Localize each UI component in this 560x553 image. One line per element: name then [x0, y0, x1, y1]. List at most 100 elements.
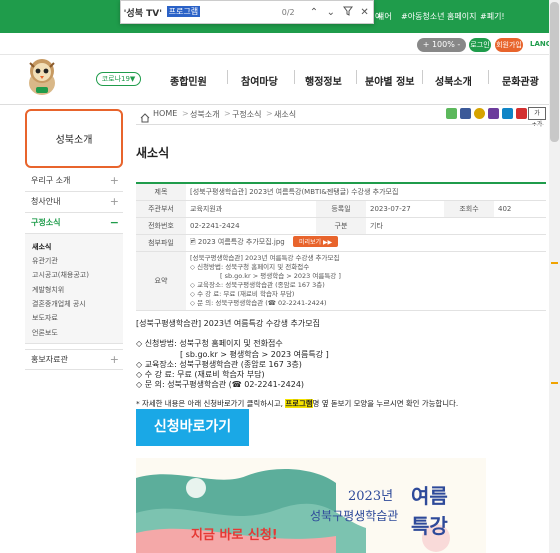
keyword-link[interactable]: #폐기!: [480, 11, 505, 22]
find-context-label: '성북 TV': [123, 8, 162, 19]
poster-title-2: 특강: [411, 514, 448, 538]
poster-title-1: 여름: [411, 484, 448, 508]
dept-label: 주관부서: [136, 200, 186, 218]
bookmark-icon[interactable]: [516, 108, 527, 119]
sidebar-title: 성북소개: [55, 135, 93, 146]
attachment-link[interactable]: 2023 여름특강 추가모집.jpg: [198, 238, 285, 246]
find-close-icon[interactable]: ✕: [356, 7, 373, 18]
body-note: * 자세한 내용은 아래 신청바로가기 클릭하시고, 프로그램명 옆 돋보기 모…: [136, 398, 458, 409]
find-input[interactable]: 프로그램: [165, 4, 282, 20]
note-text: * 자세한 내용은 아래 신청바로가기 클릭하시고,: [136, 399, 286, 408]
preview-button[interactable]: 미리보기 ▶▶: [292, 236, 339, 247]
facebook-share-icon[interactable]: [460, 108, 471, 119]
breadcrumb-current: 새소식: [274, 110, 297, 119]
kakao-share-icon[interactable]: [474, 108, 485, 119]
reg-date-label: 등록일: [316, 200, 366, 218]
covid19-dropdown[interactable]: 코로나19▼: [96, 72, 141, 86]
summary-line: ◇ 수 강 료: 무료 (재료비 학습자 부담): [190, 289, 295, 298]
gnb-item[interactable]: 성북소개: [435, 73, 472, 88]
gnb-item[interactable]: 행정정보: [305, 73, 342, 88]
gnb-divider: [356, 70, 357, 84]
category-value: 기타: [366, 217, 546, 235]
submenu-item[interactable]: 결혼중개업체 공시: [32, 299, 86, 309]
expand-icon: +: [109, 353, 119, 366]
gnb-item[interactable]: 문화관광: [502, 73, 539, 88]
submenu-item[interactable]: 계발형치위: [32, 285, 64, 295]
file-icon: 🖻: [190, 238, 196, 246]
body-line: ◇ 문 의: 성북구평생학습관 (☎ 02-2241-2424): [136, 380, 305, 389]
apply-shortcut-button[interactable]: 신청바로가기: [136, 409, 249, 446]
views-label: 조회수: [444, 200, 494, 218]
event-poster-image: 2023년 성북구평생학습관 여름 특강 지금 바로 신청!: [136, 458, 486, 553]
gnb-divider: [488, 70, 489, 84]
find-prev-icon[interactable]: ⌃: [306, 7, 323, 18]
find-next-icon[interactable]: ⌄: [322, 7, 339, 18]
link-copy-icon[interactable]: [502, 108, 513, 119]
collapse-icon: −: [109, 216, 119, 229]
summary-line: [ sb.go.kr > 평생학습 > 2023 여름특강 ]: [220, 271, 341, 280]
find-count: 0/2: [281, 7, 295, 17]
submenu-item[interactable]: 보도자료: [32, 313, 58, 323]
breadcrumb-separator: >: [224, 109, 231, 118]
breadcrumb-item[interactable]: 성북소개: [190, 109, 219, 120]
breadcrumb-separator: >: [182, 109, 189, 118]
expand-icon: +: [109, 174, 119, 187]
summary-cell: [성북구평생학습관] 2023년 여름특강 수강생 추가모집 ◇ 신청방법: 성…: [186, 251, 546, 311]
sidebar-item[interactable]: 우리구 소개 +: [25, 171, 123, 192]
body-heading: [성북구평생학습관] 2023년 여름특강 수강생 추가모집: [136, 319, 320, 328]
gnb-item[interactable]: 참여마당: [241, 73, 278, 88]
site-logo[interactable]: [20, 53, 64, 97]
gnb-item[interactable]: 분야별 정보: [365, 73, 414, 88]
submenu-item[interactable]: 언론보도: [32, 328, 58, 338]
find-filter-icon[interactable]: [339, 6, 356, 19]
sidebar-item[interactable]: 청사안내 +: [25, 192, 123, 213]
keyword-link[interactable]: 셔어: [377, 11, 392, 22]
expand-icon: +: [109, 195, 119, 208]
search-highlight: 프로그램: [285, 399, 313, 408]
phone-value: 02-2241-2424: [186, 217, 316, 235]
views-value: 402: [494, 200, 546, 218]
dept-value: 교육지원과: [186, 200, 316, 218]
phone-label: 전화번호: [136, 217, 186, 235]
sidebar-item-label: 구정소식: [31, 218, 61, 227]
gnb-item[interactable]: 종합민원: [170, 73, 207, 88]
keyword-link[interactable]: #아동청소년 홈페이지: [401, 11, 477, 22]
submenu-item[interactable]: 고시공고(채용공고): [32, 270, 89, 280]
breadcrumb-item[interactable]: 구정소식: [232, 109, 261, 120]
breadcrumb-home[interactable]: HOME: [153, 109, 177, 118]
reg-date-value: 2023-07-27: [366, 200, 444, 218]
header-divider: [0, 104, 560, 105]
find-match-marker: [551, 262, 558, 264]
find-bar: '성북 TV' 프로그램 0/2 ⌃ ⌄ ✕: [120, 0, 374, 24]
poster-year: 2023년: [348, 489, 394, 504]
login-button[interactable]: 로그인: [469, 38, 491, 52]
breadcrumb-separator: >: [266, 109, 273, 118]
join-button[interactable]: 회원가입: [495, 38, 523, 52]
attachment-label: 첨부파일: [136, 234, 186, 252]
note-text: 명 옆 돋보기 모양을 누르시면 확인 가능합니다.: [312, 399, 459, 408]
summary-line: ◇ 문 의: 성북구평생학습관 (☎ 02-2241-2424): [190, 298, 327, 307]
summary-line: [성북구평생학습관] 2023년 여름특강 수강생 추가모집: [190, 253, 340, 262]
summary-line: ◇ 신청방법: 성북구청 홈페이지 및 전화접수: [190, 262, 310, 271]
sidebar-item-label: 청사안내: [31, 197, 61, 206]
font-size-icon[interactable]: 가+가: [528, 107, 546, 128]
sidebar-item-label: 홍보자료관: [31, 355, 68, 364]
sidebar-item-label: 우리구 소개: [31, 176, 71, 185]
poster-org: 성북구평생학습관: [310, 509, 399, 523]
category-label: 구분: [316, 217, 366, 235]
sidebar-item[interactable]: 홍보자료관 +: [25, 349, 123, 370]
scrollbar-thumb[interactable]: [550, 2, 559, 142]
attachment-cell: 🖻 2023 여름특강 추가모집.jpg 미리보기 ▶▶: [186, 234, 546, 252]
print-icon[interactable]: [488, 108, 499, 119]
submenu-item-active[interactable]: 새소식: [32, 242, 51, 252]
find-query: 프로그램: [166, 6, 201, 17]
summary-line: ◇ 교육장소: 성북구평생학습관 (종암로 167 3층): [190, 280, 325, 289]
poster-cta: 지금 바로 신청!: [191, 528, 278, 543]
zoom-control[interactable]: + 100% -: [417, 38, 466, 52]
sidebar-item-active[interactable]: 구정소식 −: [25, 213, 123, 234]
find-match-marker: [551, 382, 558, 384]
post-info-table: 제목 [성북구평생학습관] 2023년 여름특강(MBTI&젠탱글) 수강생 추…: [136, 182, 546, 311]
blog-share-icon[interactable]: [446, 108, 457, 119]
gnb-divider: [422, 70, 423, 84]
submenu-item[interactable]: 유관기관: [32, 256, 58, 266]
